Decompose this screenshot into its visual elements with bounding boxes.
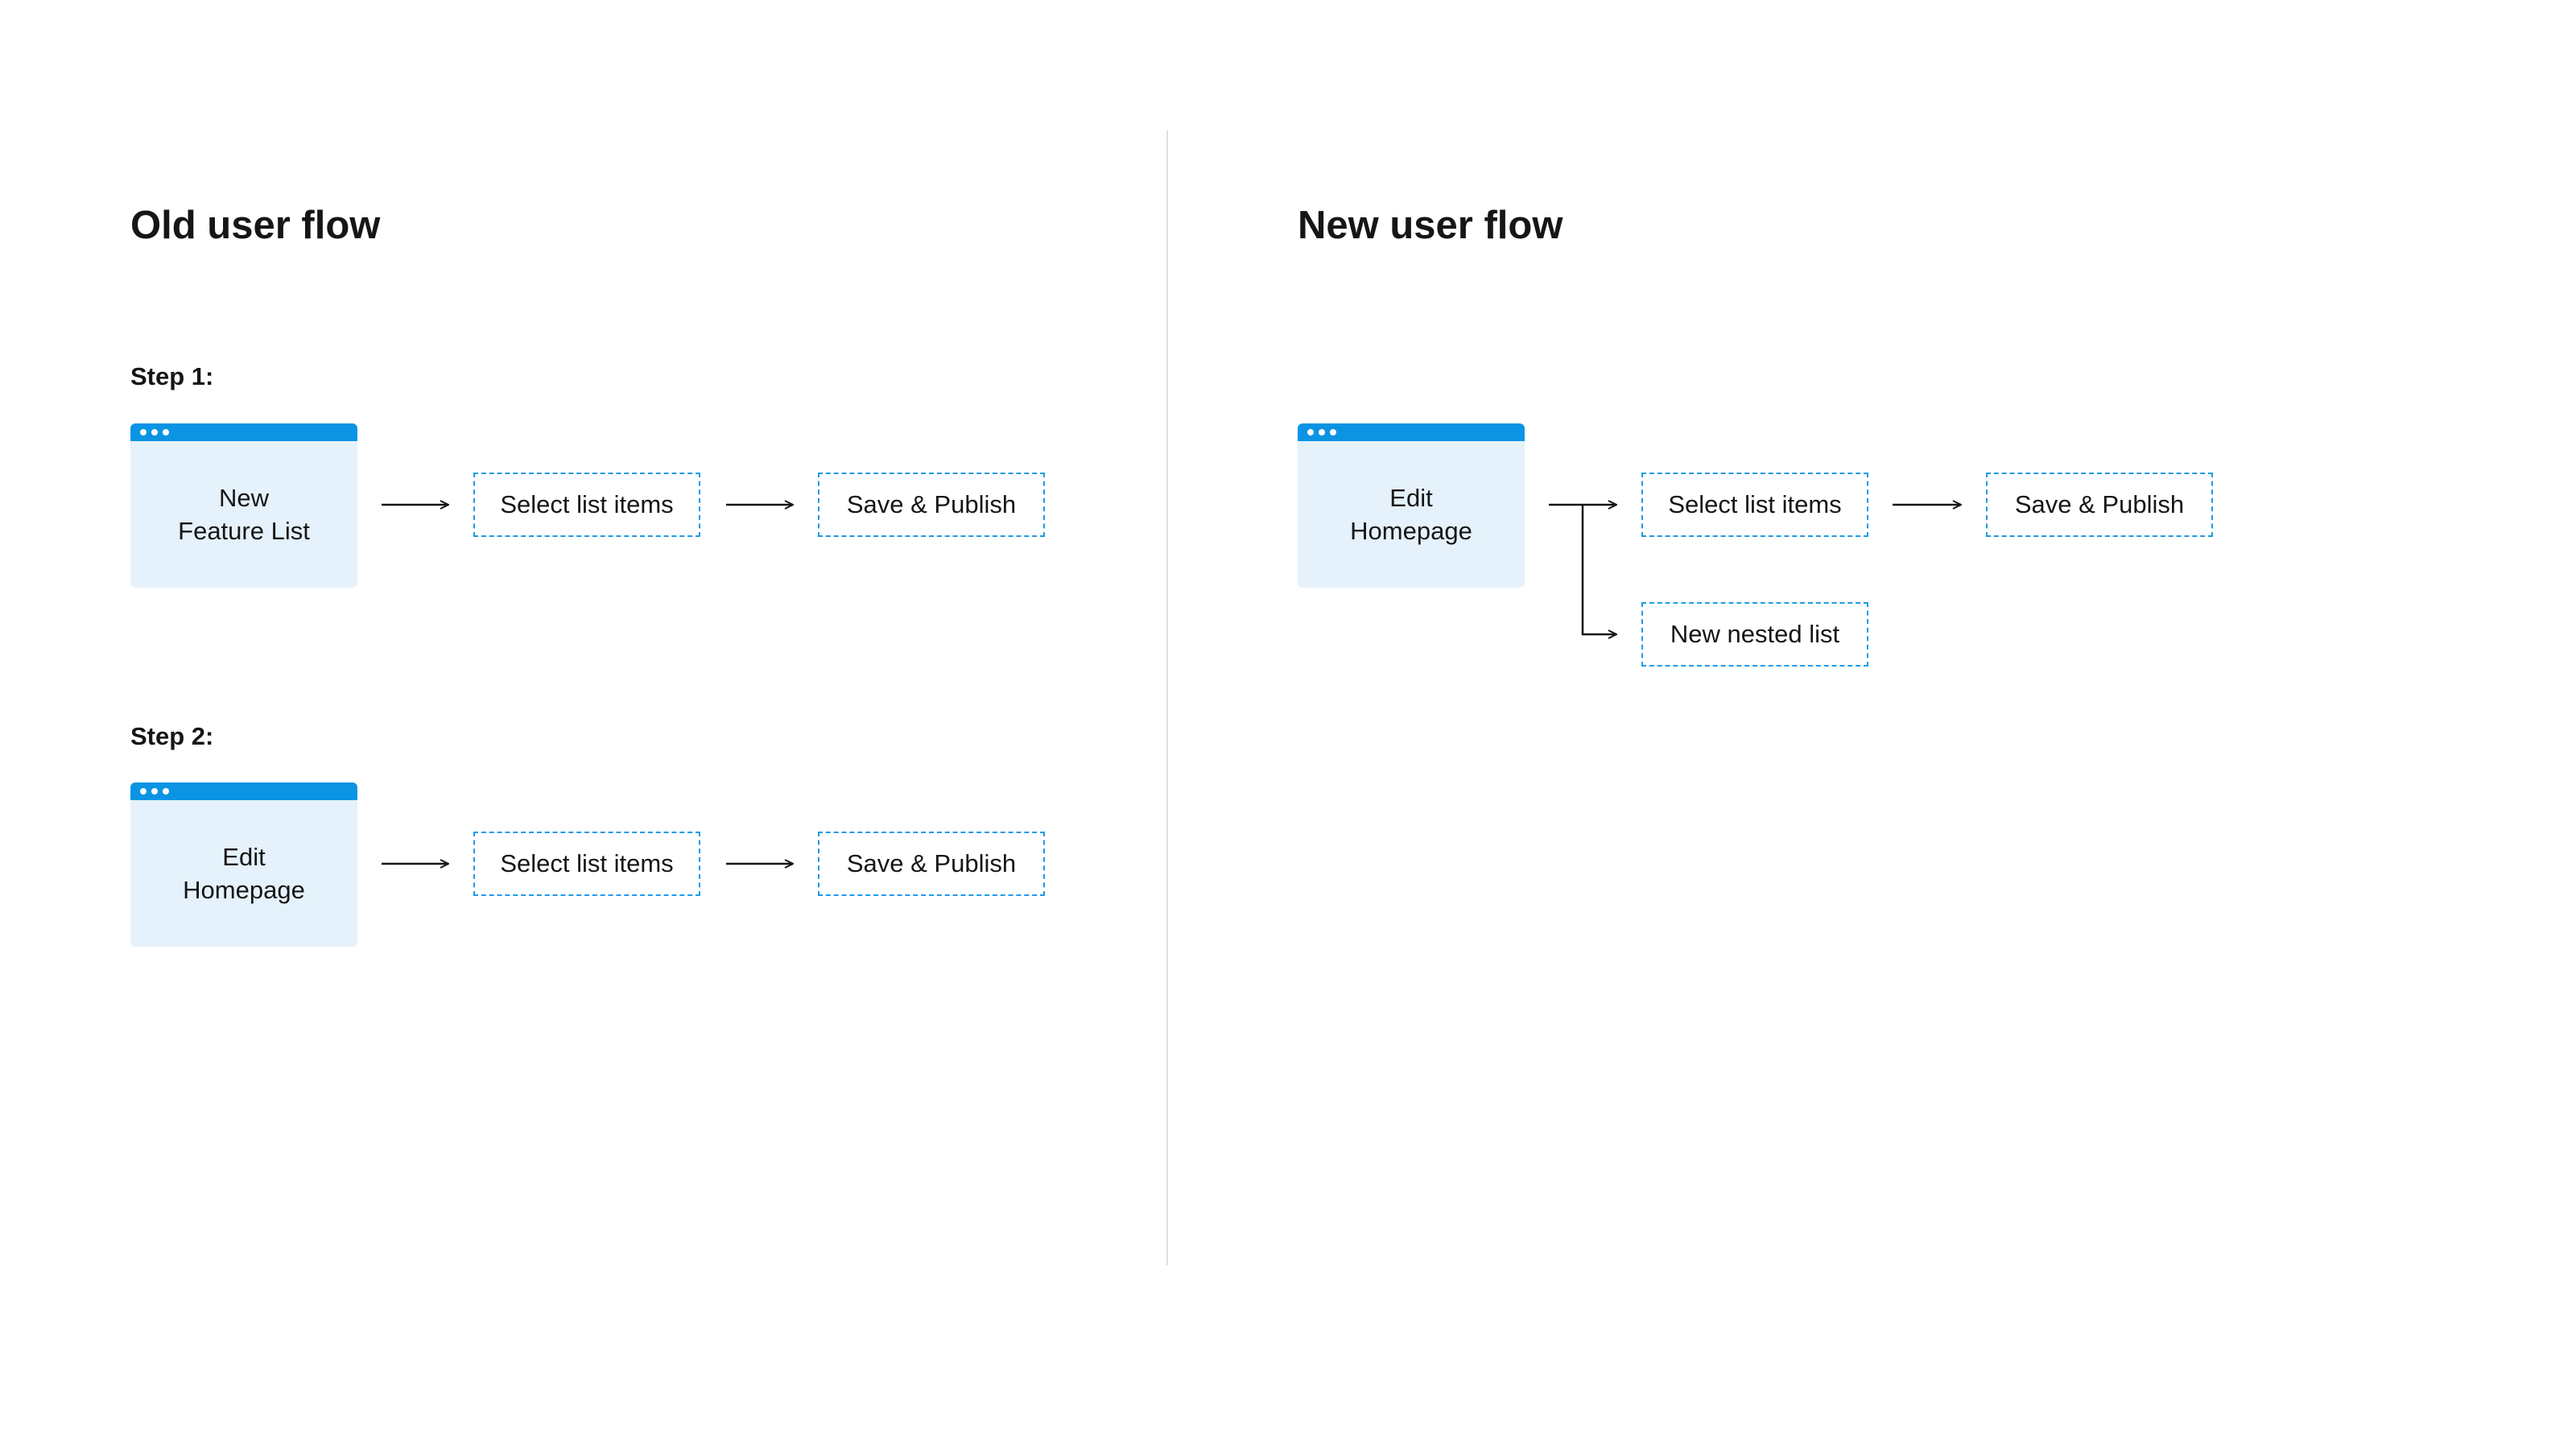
branch-arrow-icon: [1581, 505, 1616, 634]
flow-connectors: [382, 0, 2576, 1449]
